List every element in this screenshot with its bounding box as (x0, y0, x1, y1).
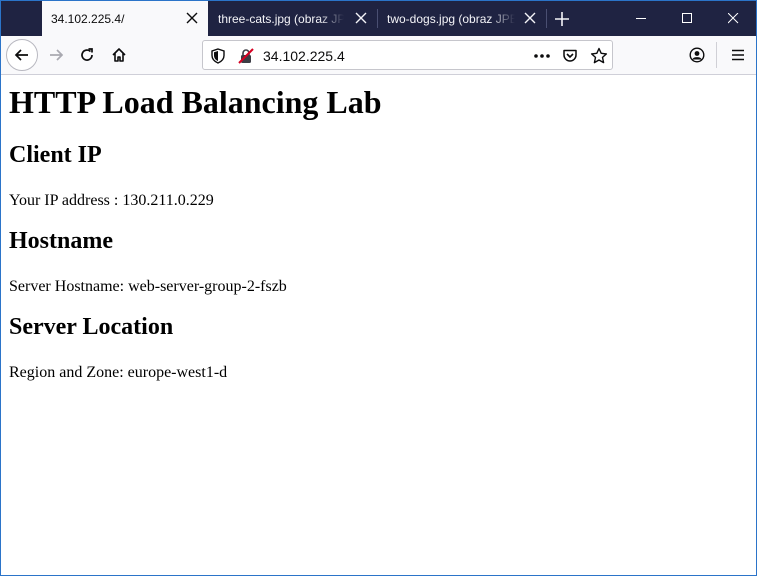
back-button[interactable] (6, 39, 38, 71)
forward-button[interactable] (41, 40, 71, 70)
maximize-button[interactable] (664, 1, 710, 36)
plus-icon[interactable] (553, 10, 571, 28)
tab-title: two-dogs.jpg (obraz JPEG (387, 12, 515, 26)
section-heading-server-location: Server Location (9, 314, 174, 340)
tab-close-icon[interactable] (354, 11, 368, 25)
address-bar[interactable]: 34.102.225.4 (202, 40, 613, 70)
minimize-icon (636, 18, 646, 19)
arrow-left-icon (14, 49, 28, 61)
tab-two-dogs[interactable]: two-dogs.jpg (obraz JPEG (378, 1, 546, 36)
browser-window: 34.102.225.4/ three-cats.jpg (obraz JPEG… (0, 0, 757, 576)
client-ip-text: Your IP address : 130.211.0.229 (9, 192, 214, 209)
maximize-icon (682, 13, 692, 23)
tab-title: three-cats.jpg (obraz JPEG (218, 12, 344, 26)
account-icon (689, 47, 705, 63)
reload-icon (81, 48, 93, 61)
tab-close-icon[interactable] (523, 11, 537, 25)
section-heading-hostname: Hostname (9, 228, 113, 254)
tab-separator (546, 9, 547, 28)
home-button[interactable] (104, 40, 134, 70)
url-text[interactable]: 34.102.225.4 (263, 48, 345, 64)
pocket-icon[interactable] (562, 48, 578, 69)
page-title: HTTP Load Balancing Lab (9, 84, 382, 120)
tab-strip: 34.102.225.4/ three-cats.jpg (obraz JPEG… (1, 1, 756, 36)
account-button[interactable] (682, 40, 712, 70)
hamburger-icon (732, 49, 744, 61)
insecure-lock-icon[interactable] (238, 48, 254, 69)
ellipsis-icon[interactable] (533, 48, 551, 69)
navigation-toolbar: 34.102.225.4 (1, 36, 756, 75)
hostname-text: Server Hostname: web-server-group-2-fszb (9, 278, 287, 295)
close-window-button[interactable] (710, 1, 756, 36)
minimize-button[interactable] (618, 1, 664, 36)
tab-title: 34.102.225.4/ (51, 12, 125, 26)
tab-close-icon[interactable] (185, 11, 199, 25)
page-content: HTTP Load Balancing Lab Client IP Your I… (1, 76, 756, 575)
close-icon (728, 13, 739, 24)
home-icon (112, 48, 126, 62)
section-heading-client-ip: Client IP (9, 142, 102, 168)
toolbar-separator (716, 42, 717, 68)
shield-icon[interactable] (211, 48, 225, 69)
reload-button[interactable] (72, 40, 102, 70)
tab-three-cats[interactable]: three-cats.jpg (obraz JPEG (209, 1, 377, 36)
server-location-text: Region and Zone: europe-west1-d (9, 364, 228, 381)
arrow-right-icon (50, 49, 64, 61)
tab-active[interactable]: 34.102.225.4/ (42, 1, 208, 36)
star-icon[interactable] (590, 47, 608, 70)
menu-button[interactable] (723, 40, 753, 70)
